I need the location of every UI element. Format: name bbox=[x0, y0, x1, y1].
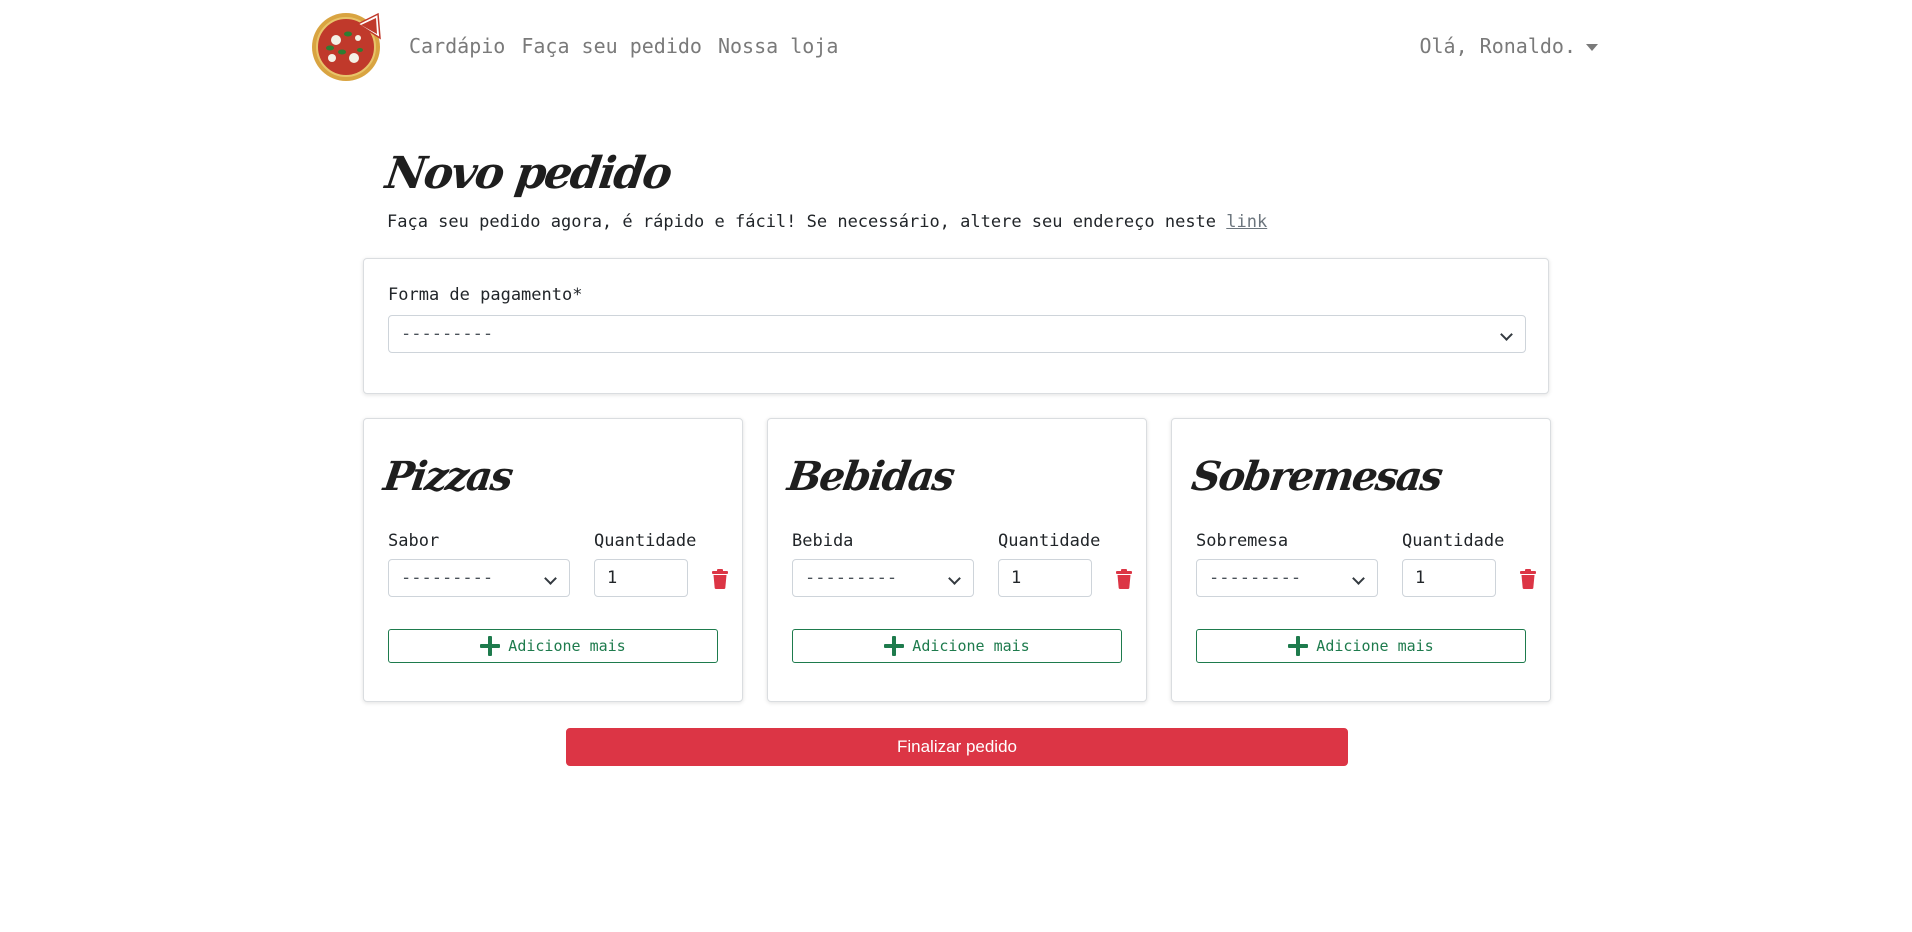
drink-select[interactable]: --------- bbox=[792, 559, 974, 597]
add-drink-button[interactable]: Adicione mais bbox=[792, 629, 1122, 663]
drink-label: Bebida bbox=[792, 531, 854, 551]
payment-label: Forma de pagamento* bbox=[388, 285, 583, 305]
add-pizza-label: Adicione mais bbox=[508, 637, 626, 655]
drink-selected-value: --------- bbox=[805, 568, 898, 588]
dessert-label: Sobremesa bbox=[1196, 531, 1289, 551]
nav-link-faca-seu-pedido[interactable]: Faça seu pedido bbox=[521, 34, 702, 58]
navbar: Cardápio Faça seu pedido Nossa loja Olá,… bbox=[308, 10, 1598, 84]
chevron-down-icon bbox=[1500, 328, 1513, 341]
payment-selected-value: --------- bbox=[401, 324, 494, 344]
drinks-title: Bebidas bbox=[784, 453, 957, 500]
chevron-down-icon bbox=[1352, 572, 1365, 585]
flavor-select[interactable]: --------- bbox=[388, 559, 570, 597]
add-pizza-button[interactable]: Adicione mais bbox=[388, 629, 718, 663]
nav-link-nossa-loja[interactable]: Nossa loja bbox=[718, 34, 838, 58]
trash-icon[interactable] bbox=[712, 569, 728, 589]
add-drink-label: Adicione mais bbox=[912, 637, 1030, 655]
caret-down-icon bbox=[1586, 43, 1598, 51]
plus-icon bbox=[1288, 636, 1309, 656]
payment-method-select[interactable]: --------- bbox=[388, 315, 1526, 353]
user-menu-dropdown[interactable]: Olá, Ronaldo. bbox=[1419, 34, 1598, 58]
desserts-title: Sobremesas bbox=[1188, 453, 1445, 500]
dessert-quantity-label: Quantidade bbox=[1402, 531, 1505, 551]
add-dessert-label: Adicione mais bbox=[1316, 637, 1434, 655]
pizza-quantity-label: Quantidade bbox=[594, 531, 697, 551]
intro-text: Faça seu pedido agora, é rápido e fácil!… bbox=[387, 212, 1267, 232]
plus-icon bbox=[480, 636, 501, 656]
user-greeting: Olá, Ronaldo. bbox=[1419, 34, 1576, 58]
pizzas-title: Pizzas bbox=[380, 453, 515, 500]
flavor-selected-value: --------- bbox=[401, 568, 494, 588]
drinks-card: Bebidas Bebida Quantidade --------- Adic… bbox=[767, 418, 1147, 702]
flavor-label: Sabor bbox=[388, 531, 440, 551]
nav-link-cardapio[interactable]: Cardápio bbox=[409, 34, 505, 58]
drink-quantity-input[interactable] bbox=[998, 559, 1092, 597]
drink-quantity-label: Quantidade bbox=[998, 531, 1101, 551]
payment-card: Forma de pagamento* --------- bbox=[363, 258, 1549, 394]
desserts-card: Sobremesas Sobremesa Quantidade --------… bbox=[1171, 418, 1551, 702]
chevron-down-icon bbox=[544, 572, 557, 585]
trash-icon[interactable] bbox=[1116, 569, 1132, 589]
change-address-link[interactable]: link bbox=[1226, 212, 1267, 232]
trash-icon[interactable] bbox=[1520, 569, 1536, 589]
finish-order-button[interactable]: Finalizar pedido bbox=[566, 728, 1348, 766]
add-dessert-button[interactable]: Adicione mais bbox=[1196, 629, 1526, 663]
chevron-down-icon bbox=[948, 572, 961, 585]
pizza-quantity-input[interactable] bbox=[594, 559, 688, 597]
page-title: Novo pedido bbox=[382, 148, 674, 199]
dessert-quantity-input[interactable] bbox=[1402, 559, 1496, 597]
pizza-logo[interactable] bbox=[308, 10, 386, 82]
pizzas-card: Pizzas Sabor Quantidade --------- Adicio… bbox=[363, 418, 743, 702]
dessert-select[interactable]: --------- bbox=[1196, 559, 1378, 597]
plus-icon bbox=[884, 636, 905, 656]
intro-text-body: Faça seu pedido agora, é rápido e fácil!… bbox=[387, 212, 1227, 232]
dessert-selected-value: --------- bbox=[1209, 568, 1302, 588]
